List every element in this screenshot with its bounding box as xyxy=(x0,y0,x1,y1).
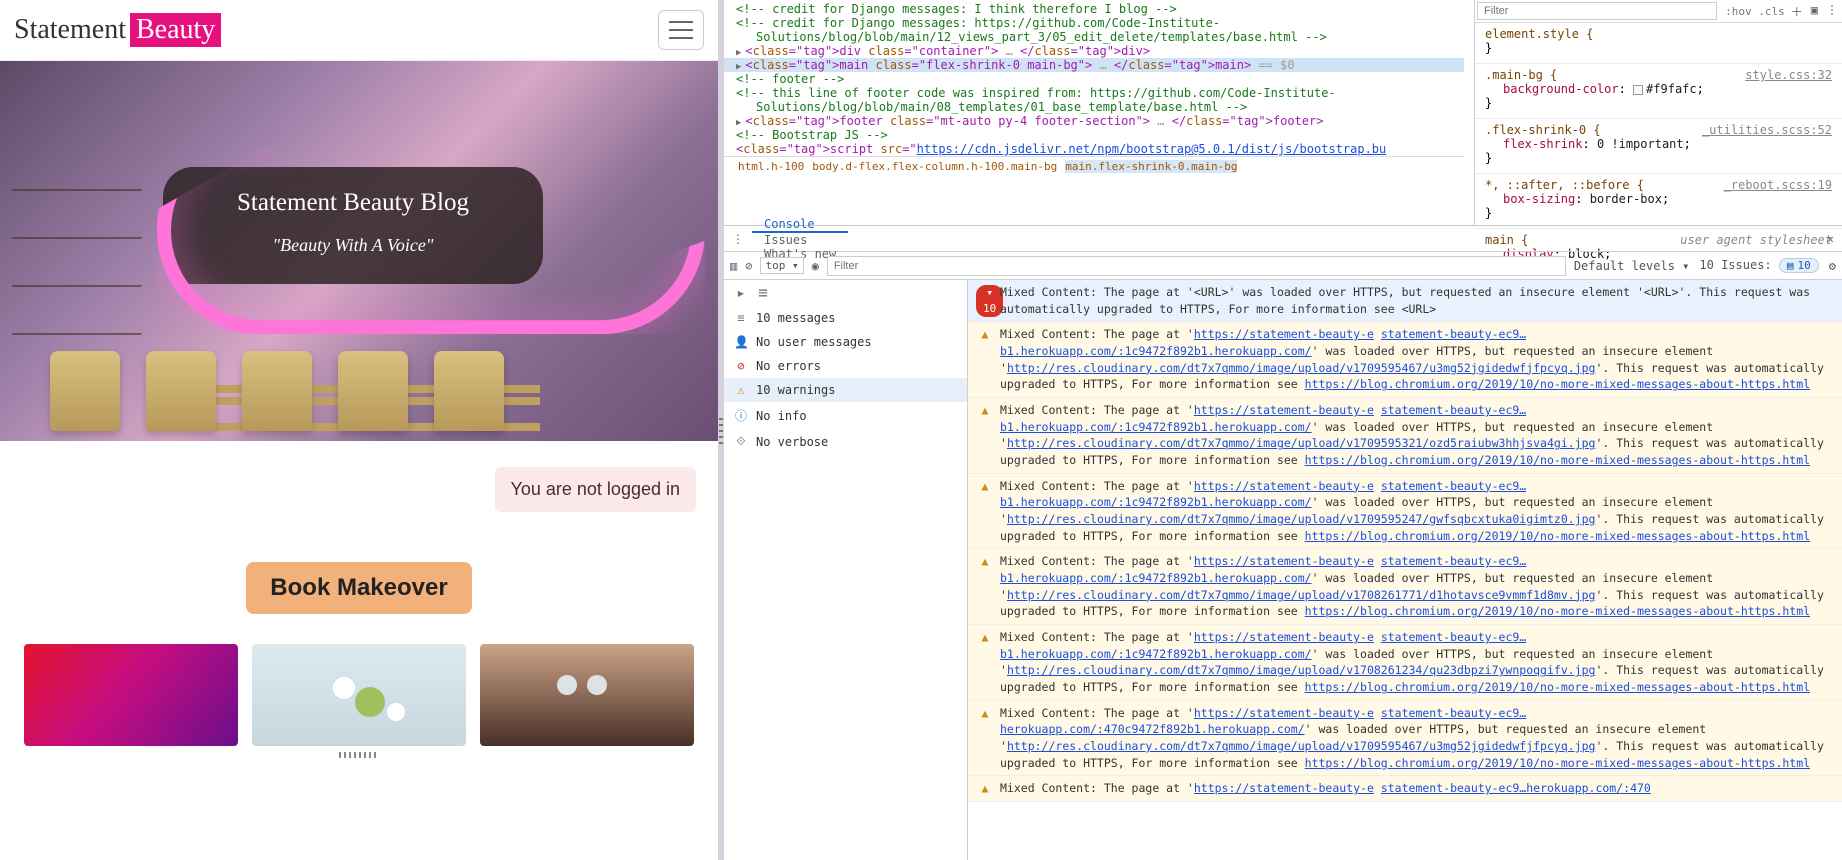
square-icon[interactable]: ▣ xyxy=(1811,3,1818,20)
brand-word-1: Statement xyxy=(14,14,126,46)
styles-panel[interactable]: :hov .cls ＋ ▣ ⋮ element.style {}style.cs… xyxy=(1474,0,1842,225)
console-warning-message[interactable]: ▲Mixed Content: The page at 'https://sta… xyxy=(968,776,1842,802)
hero-card: Statement Beauty Blog "Beauty With A Voi… xyxy=(163,167,543,284)
brand-word-2: Beauty xyxy=(130,13,221,48)
more-icon[interactable]: ⋮ xyxy=(1826,3,1838,20)
nav-toggle-button[interactable] xyxy=(658,10,704,50)
post-card-3[interactable] xyxy=(480,644,694,746)
pane-resize-handle[interactable] xyxy=(718,0,724,860)
sidebar-item[interactable]: ⟐No verbose xyxy=(724,429,967,454)
sidebar-item[interactable]: ⚠10 warnings xyxy=(724,378,967,402)
console-warning-message[interactable]: ▲Mixed Content: The page at 'https://sta… xyxy=(968,625,1842,701)
rendered-page: Statement Beauty Statement Beauty Blog "… xyxy=(0,0,718,860)
breadcrumb-item[interactable]: main.flex-shrink-0.main-bg xyxy=(1065,160,1237,173)
console-warning-message[interactable]: ▲Mixed Content: The page at 'https://sta… xyxy=(968,398,1842,474)
post-cards xyxy=(0,644,718,746)
drawer-tab-issues[interactable]: Issues xyxy=(752,233,848,247)
sidebar-item[interactable]: ⊘No errors xyxy=(724,354,967,378)
sidebar-item[interactable]: ⓘNo info xyxy=(724,402,967,429)
hamburger-icon xyxy=(669,20,693,40)
resize-handle-bottom[interactable] xyxy=(339,752,379,758)
log-level-select[interactable]: Default levels ▾ xyxy=(1574,259,1690,273)
styles-filter-input[interactable] xyxy=(1477,2,1717,20)
console-settings-icon[interactable]: ⚙ xyxy=(1829,259,1836,273)
elements-panel[interactable]: <!-- credit for Django messages: I think… xyxy=(724,0,1474,225)
elements-breadcrumbs[interactable]: html.h-100 body.d-flex.flex-column.h-100.… xyxy=(724,156,1464,176)
navbar: Statement Beauty xyxy=(0,0,718,61)
live-expression-icon[interactable]: ◉ xyxy=(812,259,819,273)
context-select[interactable]: top ▾ xyxy=(760,257,803,274)
post-card-1[interactable] xyxy=(24,644,238,746)
expand-icon[interactable]: ▸ xyxy=(734,285,748,301)
book-makeover-button[interactable]: Book Makeover xyxy=(246,562,471,614)
login-status-badge: You are not logged in xyxy=(495,467,696,512)
sidebar-item[interactable]: ≡10 messages xyxy=(724,306,967,330)
breadcrumb-item[interactable]: html.h-100 xyxy=(738,160,804,173)
brand-logo[interactable]: Statement Beauty xyxy=(14,13,221,48)
clear-console-icon[interactable]: ⊘ xyxy=(745,259,752,273)
drawer-close-icon[interactable]: ✕ xyxy=(1819,232,1842,246)
console-warning-message[interactable]: ▲Mixed Content: The page at 'https://sta… xyxy=(968,701,1842,777)
styles-hov-cls-hint[interactable]: :hov .cls xyxy=(1719,5,1791,18)
console-messages[interactable]: ▾ 10Mixed Content: The page at '<URL>' w… xyxy=(968,280,1842,860)
console-toolbar: ▥ ⊘ top ▾ ◉ Default levels ▾ 10 Issues: … xyxy=(724,252,1842,280)
hero-subtitle: "Beauty With A Voice" xyxy=(191,235,515,256)
hero-image: Statement Beauty Blog "Beauty With A Voi… xyxy=(0,61,718,441)
console-sidebar[interactable]: ▸≡≡10 messages👤No user messages⊘No error… xyxy=(724,280,968,860)
breadcrumb-item[interactable]: body.d-flex.flex-column.h-100.main-bg xyxy=(812,160,1057,173)
sidebar-item[interactable]: 👤No user messages xyxy=(724,330,967,354)
post-card-2[interactable] xyxy=(252,644,466,746)
hero-title: Statement Beauty Blog xyxy=(191,189,515,217)
drawer-tabs: ⋮ ConsoleIssuesWhat's new ✕ xyxy=(724,226,1842,252)
console-warning-message[interactable]: ▲Mixed Content: The page at 'https://sta… xyxy=(968,549,1842,625)
console-warning-message[interactable]: ▲Mixed Content: The page at 'https://sta… xyxy=(968,474,1842,550)
console-message-group-header[interactable]: ▾ 10Mixed Content: The page at '<URL>' w… xyxy=(968,280,1842,322)
sidebar-toggle-icon[interactable]: ▥ xyxy=(730,259,737,273)
drawer-tab-console[interactable]: Console xyxy=(752,217,848,233)
plus-icon[interactable]: ＋ xyxy=(1791,3,1803,20)
devtools: <!-- credit for Django messages: I think… xyxy=(724,0,1842,860)
console-filter-input[interactable] xyxy=(827,256,1566,276)
drawer-menu-icon[interactable]: ⋮ xyxy=(724,232,752,246)
console-warning-message[interactable]: ▲Mixed Content: The page at 'https://sta… xyxy=(968,322,1842,398)
issues-label[interactable]: 10 Issues: ▤10 xyxy=(1699,258,1818,273)
